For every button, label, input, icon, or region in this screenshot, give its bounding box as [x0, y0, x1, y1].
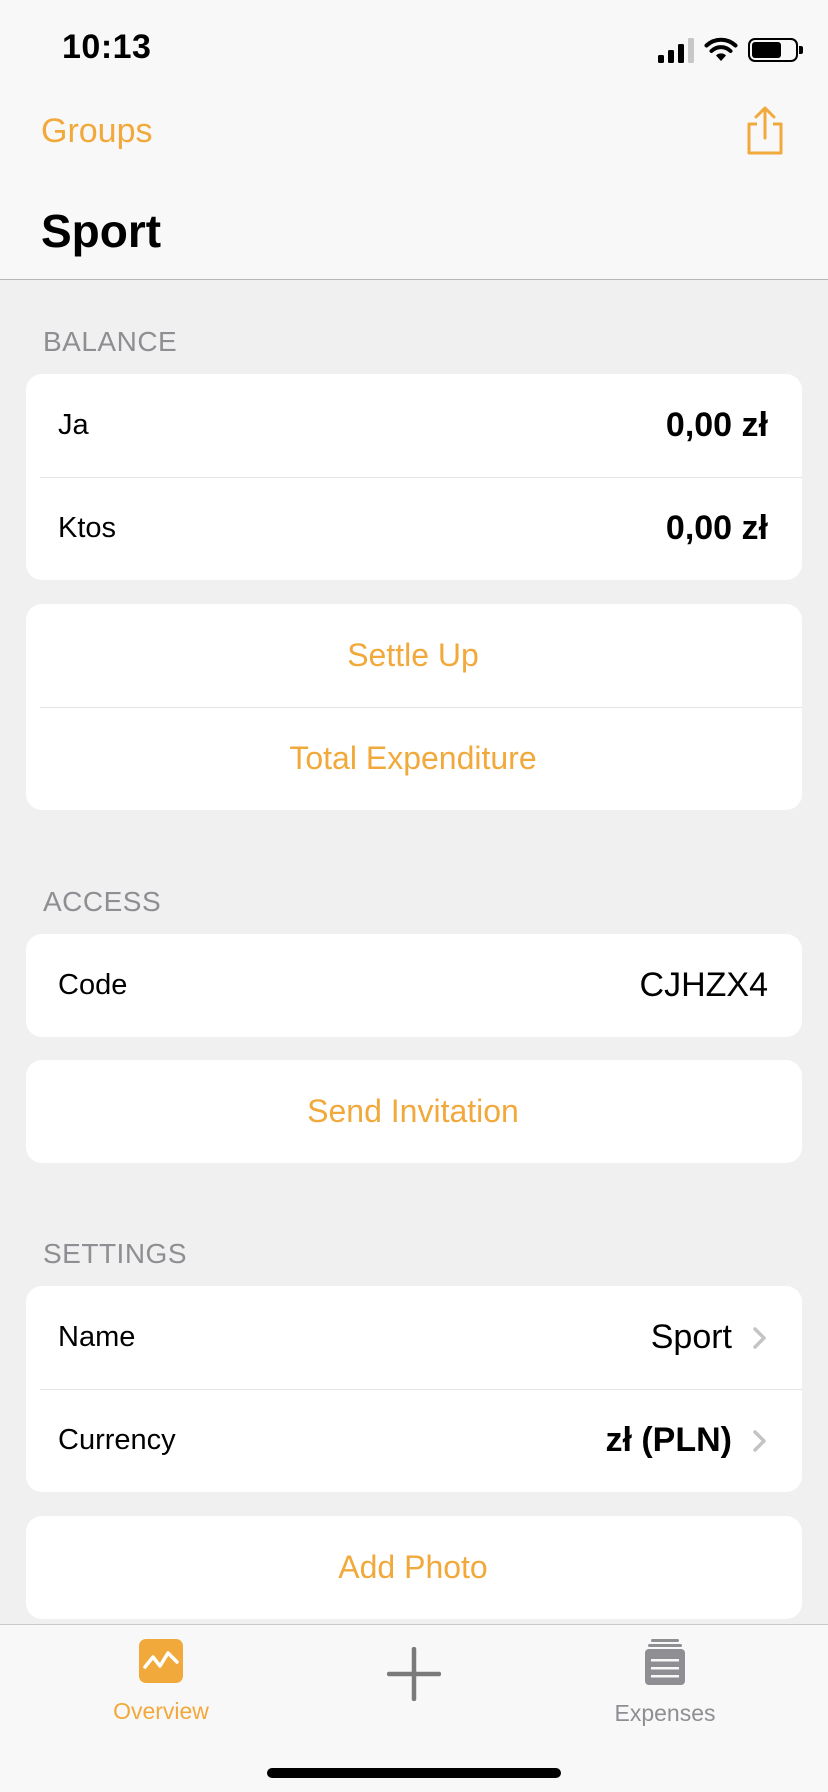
share-icon[interactable]: [742, 106, 788, 156]
plus-icon: [386, 1646, 442, 1702]
section-header-balance: BALANCE: [43, 326, 178, 357]
access-code-value: CJHZX4: [639, 966, 768, 1004]
invitation-card: Send Invitation: [26, 1060, 802, 1163]
balance-card: Ja 0,00 zł Ktos 0,00 zł: [26, 374, 802, 580]
tab-expenses[interactable]: Expenses: [565, 1639, 765, 1727]
settings-name-label: Name: [58, 1321, 136, 1353]
tab-overview-label: Overview: [113, 1698, 209, 1724]
status-icons: [658, 34, 803, 66]
balance-amount: 0,00 zł: [665, 509, 768, 547]
settings-name-value: Sport: [650, 1318, 732, 1356]
balance-amount: 0,00 zł: [665, 406, 768, 444]
battery-icon: [748, 38, 803, 62]
settings-row-name[interactable]: Name Sport: [26, 1286, 802, 1389]
settle-up-button[interactable]: Settle Up: [26, 604, 802, 707]
home-indicator[interactable]: [267, 1768, 561, 1778]
cellular-signal-icon: [658, 37, 694, 63]
balance-row: Ktos 0,00 zł: [26, 477, 802, 580]
wifi-icon: [704, 37, 738, 61]
settings-currency-value: zł (PLN): [605, 1421, 732, 1459]
send-invitation-button[interactable]: Send Invitation: [26, 1060, 802, 1163]
balance-member-name: Ja: [58, 409, 89, 441]
access-card: Code CJHZX4: [26, 934, 802, 1037]
tab-expenses-label: Expenses: [614, 1700, 716, 1726]
section-header-settings: SETTINGS: [43, 1238, 188, 1269]
settings-currency-label: Currency: [58, 1424, 176, 1456]
access-code-label: Code: [58, 969, 128, 1001]
access-code-row: Code CJHZX4: [26, 934, 802, 1037]
photo-card: Add Photo: [26, 1516, 802, 1619]
add-expense-button[interactable]: [314, 1646, 514, 1706]
total-expenditure-button[interactable]: Total Expenditure: [26, 707, 802, 810]
status-time: 10:13: [62, 28, 152, 66]
back-button-groups[interactable]: Groups: [41, 112, 153, 151]
tab-overview[interactable]: Overview: [61, 1639, 261, 1725]
balance-actions-card: Settle Up Total Expenditure: [26, 604, 802, 810]
balance-row: Ja 0,00 zł: [26, 374, 802, 477]
add-photo-button[interactable]: Add Photo: [26, 1516, 802, 1619]
navigation-bar: 10:13 Groups Sport: [0, 0, 828, 280]
overview-chart-icon: [139, 1639, 183, 1683]
expenses-list-icon: [645, 1639, 685, 1685]
page-title: Sport: [41, 205, 162, 257]
tab-bar: Overview Expenses: [0, 1624, 828, 1792]
settings-card: Name Sport Currency zł (PLN): [26, 1286, 802, 1492]
settings-row-currency[interactable]: Currency zł (PLN): [26, 1389, 802, 1492]
balance-member-name: Ktos: [58, 512, 117, 544]
section-header-access: ACCESS: [43, 886, 162, 917]
chevron-right-icon: [753, 1326, 766, 1349]
chevron-right-icon: [753, 1429, 766, 1452]
